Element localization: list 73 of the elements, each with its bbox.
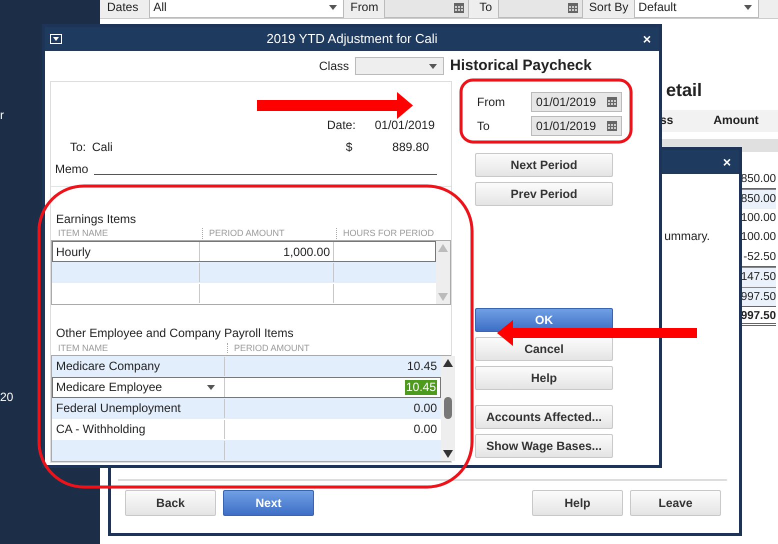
button[interactable]: Accounts Affected... — [475, 405, 613, 429]
filter-label: To — [479, 0, 492, 15]
amount-cell-text: 100.00 — [740, 210, 776, 226]
field-label: Memo — [55, 162, 88, 176]
table-cell: Federal Unemployment — [56, 401, 181, 416]
date-value: 01/01/2019 — [374, 118, 435, 132]
column-header: Amount — [713, 113, 759, 128]
button[interactable]: Next Period — [475, 153, 613, 177]
date-field[interactable]: 01/01/2019 — [531, 116, 622, 136]
caret-icon[interactable] — [207, 384, 215, 390]
date-field[interactable]: 01/01/2019 — [531, 92, 622, 112]
table-cell: 0.00 — [414, 422, 437, 437]
button[interactable]: Back — [125, 490, 216, 516]
scrollbar[interactable] — [436, 241, 450, 304]
calendar-icon[interactable] — [454, 2, 464, 12]
amount-cell: 850.00 — [740, 189, 776, 209]
filter-label: Dates — [107, 0, 138, 15]
table-cell: Medicare Employee — [56, 380, 162, 395]
table-cell: 10.45 — [406, 359, 437, 374]
field-label: To — [477, 118, 490, 134]
button[interactable]: Leave — [630, 490, 721, 516]
calendar-icon[interactable] — [568, 2, 578, 12]
date-field[interactable] — [498, 0, 584, 18]
amount-value: 889.80 — [392, 140, 429, 155]
menu-icon[interactable] — [50, 34, 62, 44]
calendar-icon[interactable] — [607, 121, 617, 131]
table-row[interactable]: Federal Unemployment 0.00 — [52, 398, 441, 419]
report-title: etail — [666, 80, 704, 102]
close-button[interactable]: × — [642, 30, 651, 48]
table-cell: 0.00 — [414, 401, 437, 416]
table-cell: 1,000.00 — [283, 244, 330, 260]
amount-cell: 147.50 — [740, 267, 776, 287]
section-label: Other Employee and Company Payroll Items — [56, 326, 294, 341]
field-label: Date: — [327, 118, 356, 132]
column-header: ITEM NAME — [58, 228, 110, 239]
table-row[interactable]: Hourly 1,000.00 — [52, 241, 436, 262]
table-row[interactable]: Medicare Employee 10.45 — [52, 376, 441, 398]
button[interactable]: Help — [532, 490, 623, 516]
calendar-icon[interactable] — [607, 97, 617, 107]
column-header: HOURS FOR PERIOD — [336, 228, 442, 239]
table-cell: Medicare Company — [56, 359, 160, 374]
table-row[interactable]: CA - Withholding 0.00 — [52, 418, 441, 440]
field-label: From — [477, 94, 505, 110]
sort-dropdown[interactable]: Default — [634, 0, 760, 18]
filter-label: Sort By — [589, 0, 628, 15]
sidebar-label: 20 — [0, 390, 14, 405]
sidebar-label: r — [0, 108, 5, 122]
dialog-heading: Historical Paycheck — [450, 57, 592, 75]
button[interactable]: Next — [223, 490, 314, 516]
window-title: 2019 YTD Adjustment for Cali — [266, 31, 438, 47]
date-field[interactable] — [384, 0, 470, 18]
payee-name: Cali — [92, 140, 113, 155]
field-label: To: — [70, 140, 86, 155]
button[interactable]: Prev Period — [475, 182, 613, 206]
scrollbar[interactable] — [441, 356, 455, 461]
currency-symbol: $ — [346, 140, 352, 155]
button[interactable]: Help — [475, 366, 613, 390]
button[interactable]: Cancel — [475, 337, 613, 361]
column-header: PERIOD AMOUNT — [227, 342, 442, 354]
dates-dropdown[interactable]: All — [149, 0, 344, 18]
body-text: ummary. — [664, 229, 710, 244]
amount-cell-text: 100.00 — [740, 230, 776, 246]
section-label: Earnings Items — [56, 212, 138, 226]
button[interactable]: Show Wage Bases... — [475, 434, 613, 458]
filter-label: From — [350, 0, 378, 15]
table-cell: Hourly — [56, 244, 91, 260]
close-button[interactable]: × — [722, 153, 731, 171]
column-header: PERIOD AMOUNT — [202, 228, 336, 239]
table-row[interactable]: Medicare Company 10.45 — [52, 356, 441, 377]
field-label: Class — [318, 58, 349, 74]
column-header: ITEM NAME — [58, 342, 110, 354]
table-cell: 10.45 — [404, 380, 437, 395]
table-cell: CA - Withholding — [56, 422, 146, 437]
